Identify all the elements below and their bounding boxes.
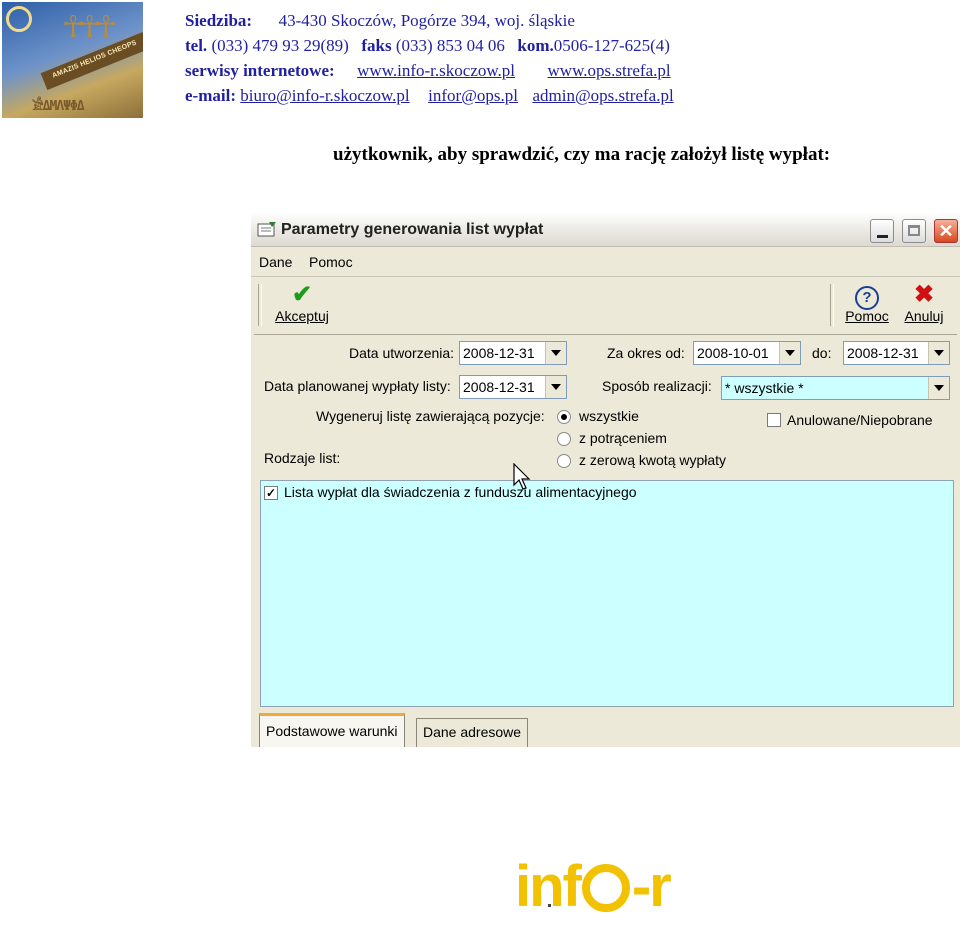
toolbar-separator	[258, 284, 262, 326]
period-from-combo[interactable]: 2008-10-01	[693, 341, 801, 365]
list-item-checkbox[interactable]: ✓	[264, 486, 278, 501]
created-date-value: 2008-12-31	[463, 345, 535, 361]
list-item[interactable]: ✓ Lista wypłat dla świadczenia z funduszu…	[264, 484, 637, 501]
radio-all-label[interactable]: wszystkie	[579, 408, 639, 424]
tab-address-data[interactable]: Dane adresowe	[416, 718, 529, 747]
help-label: Pomoc	[845, 308, 889, 324]
cancel-x-icon: ✖	[913, 281, 935, 308]
checkmark-icon: ✔	[291, 281, 313, 308]
website-link-info-r[interactable]: www.info-r.skoczow.pl	[357, 61, 515, 80]
maximize-button[interactable]	[902, 219, 926, 243]
header-line-address: Siedziba: 43-430 Skoczów, Pogórze 394, w…	[185, 12, 575, 29]
menu-pomoc[interactable]: Pomoc	[309, 254, 353, 270]
period-to-label: do:	[812, 345, 832, 361]
period-from-label: Za okres od:	[607, 345, 685, 361]
header-line-emails: e-mail: biuro@info-r.skoczow.pl infor@op…	[185, 87, 674, 104]
minimize-button[interactable]	[870, 219, 894, 243]
hieroglyph-decoration: 𓀀ΔΜΛΨΦΔ	[32, 99, 85, 114]
tel-value: (033) 479 93 29(89)	[211, 36, 349, 55]
method-label: Sposób realizacji:	[602, 378, 712, 394]
method-combo[interactable]: * wszystkie *	[721, 376, 950, 400]
radio-deduction-label[interactable]: z potrąceniem	[579, 430, 667, 446]
maximize-icon	[908, 225, 920, 236]
tel-label: tel.	[185, 36, 208, 55]
period-to-combo[interactable]: 2008-12-31	[843, 341, 950, 365]
minimize-icon	[877, 235, 888, 238]
logo-text-right: -r	[631, 854, 672, 919]
tab-basic-conditions[interactable]: Podstawowe warunki	[259, 713, 405, 747]
toolbar-separator-right	[830, 284, 834, 326]
cancel-button[interactable]: ✖ Anuluj	[899, 282, 949, 328]
accept-label: Akceptuj	[275, 308, 329, 324]
mouse-pointer-icon	[513, 463, 531, 490]
sun-icon	[6, 6, 32, 32]
planned-payment-combo[interactable]: 2008-12-31	[459, 375, 567, 399]
tab-strip: Podstawowe warunki Dane adresowe	[259, 713, 959, 747]
email-link-admin[interactable]: admin@ops.strefa.pl	[532, 86, 673, 105]
toolbar: ✔ Akceptuj ? Pomoc ✖ Anuluj	[251, 278, 960, 330]
radio-zero[interactable]	[557, 454, 571, 468]
header-line-websites: serwisy internetowe: www.info-r.skoczow.…	[185, 62, 671, 79]
radio-deduction[interactable]	[557, 432, 571, 446]
close-button[interactable]: ✕	[934, 219, 958, 243]
period-from-value: 2008-10-01	[697, 345, 769, 361]
cancelled-checkbox[interactable]	[767, 413, 781, 427]
radio-zero-label[interactable]: z zerową kwotą wypłaty	[579, 452, 726, 468]
form-icon	[257, 222, 276, 237]
planned-payment-value: 2008-12-31	[463, 379, 535, 395]
info-r-logo: inf -r	[515, 858, 672, 916]
help-button[interactable]: ? Pomoc	[841, 282, 893, 328]
email-link-biuro[interactable]: biuro@info-r.skoczow.pl	[240, 86, 409, 105]
swirl-icon	[581, 864, 630, 912]
dialog-window: Parametry generowania list wypłat ✕ Dane…	[251, 212, 960, 747]
mobile-label: kom.	[517, 36, 554, 55]
logo-text-left: inf	[515, 854, 582, 919]
header-line-phones: tel. (033) 479 93 29(89) faks (033) 853 …	[185, 37, 670, 54]
cancelled-label[interactable]: Anulowane/Niepobrane	[787, 412, 933, 428]
dropdown-arrow-icon[interactable]	[928, 342, 949, 364]
help-icon: ?	[855, 286, 879, 310]
fax-value: (033) 853 04 06	[395, 36, 505, 55]
dropdown-arrow-icon[interactable]	[928, 377, 949, 399]
created-date-combo[interactable]: 2008-12-31	[459, 341, 567, 365]
email-link-infor[interactable]: infor@ops.pl	[428, 86, 518, 105]
period-to-value: 2008-12-31	[847, 345, 919, 361]
list-item-label: Lista wypłat dla świadczenia z funduszu …	[284, 484, 637, 500]
planned-payment-label: Data planowanej wypłaty listy:	[264, 378, 451, 394]
company-logo-image: ☥☥☥ AMAZIS HELIOS CHEOPS 𓀀ΔΜΛΨΦΔ	[2, 2, 143, 118]
generate-label: Wygeneruj listę zawierającą pozycje:	[316, 408, 545, 424]
mobile-value: 0506-127-625(4)	[553, 36, 670, 55]
menu-dane[interactable]: Dane	[259, 254, 292, 270]
caption-text: użytkownik, aby sprawdzić, czy ma rację …	[333, 144, 831, 165]
dot-mark	[548, 904, 551, 907]
close-icon: ✕	[938, 221, 954, 241]
list-types-listbox[interactable]: ✓ Lista wypłat dla świadczenia z funduszu…	[260, 480, 954, 707]
dropdown-arrow-icon[interactable]	[545, 376, 566, 398]
cancel-label: Anuluj	[904, 308, 944, 324]
website-link-ops[interactable]: www.ops.strefa.pl	[548, 61, 671, 80]
accept-button[interactable]: ✔ Akceptuj	[271, 282, 333, 328]
email-label: e-mail:	[185, 86, 236, 105]
dialog-title: Parametry generowania list wypłat	[281, 221, 544, 238]
list-types-label: Rodzaje list:	[264, 450, 341, 466]
radio-all[interactable]	[557, 410, 571, 424]
dropdown-arrow-icon[interactable]	[545, 342, 566, 364]
websites-label: serwisy internetowe:	[185, 61, 335, 80]
title-bar[interactable]: Parametry generowania list wypłat ✕	[251, 212, 960, 247]
address-value: 43-430 Skoczów, Pogórze 394, woj. śląski…	[278, 11, 575, 30]
address-label: Siedziba:	[185, 11, 253, 30]
menu-bar: Dane Pomoc	[251, 248, 960, 277]
method-value: * wszystkie *	[725, 380, 804, 396]
dropdown-arrow-icon[interactable]	[779, 342, 800, 364]
fax-label: faks	[361, 36, 392, 55]
created-date-label: Data utworzenia:	[349, 345, 455, 361]
